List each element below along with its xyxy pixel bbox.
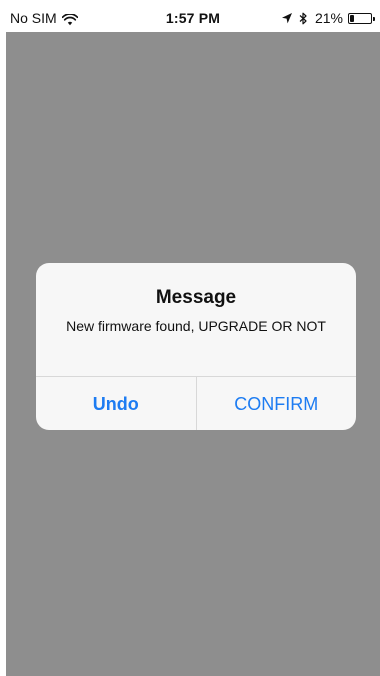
- alert-title: Message: [155, 287, 237, 308]
- battery-percent: 21%: [314, 10, 343, 26]
- status-bar: No SIM 1:57 PM 21%: [6, 6, 380, 32]
- status-right: 21%: [281, 10, 375, 26]
- bluetooth-icon: [298, 12, 310, 25]
- alert-dialog: Message New firmware found, UPGRADE OR N…: [36, 263, 356, 430]
- battery-tip: [373, 16, 375, 21]
- undo-button[interactable]: Undo: [36, 377, 197, 430]
- alert-message: New firmware found, UPGRADE OR NOT: [66, 318, 326, 334]
- alert-actions: Undo CONFIRM: [36, 376, 356, 430]
- battery-icon: [348, 12, 375, 24]
- location-icon: [281, 12, 293, 25]
- confirm-button[interactable]: CONFIRM: [197, 377, 357, 430]
- battery-fill: [350, 14, 355, 22]
- screen: No SIM 1:57 PM 21% Message New firmware …: [0, 0, 380, 676]
